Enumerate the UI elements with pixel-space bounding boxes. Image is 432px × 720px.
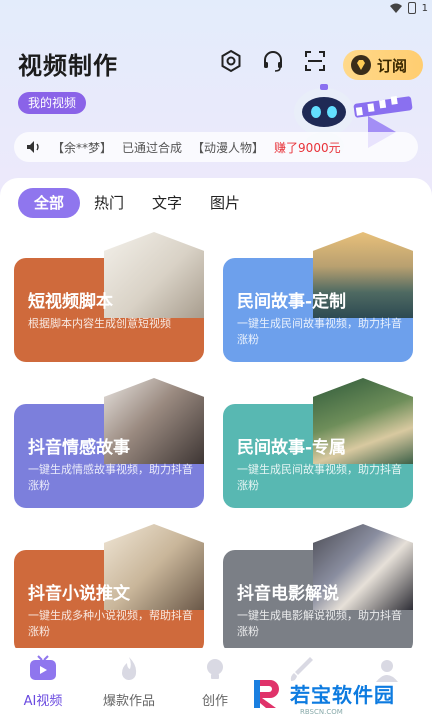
card-title: 抖音电影解说 [237,584,339,604]
card-desc: 一键生成多种小说视频，帮助抖音涨粉 [28,609,193,638]
card-short-video-script[interactable]: 短视频脚本 根据脚本内容生成创意短视频 [14,232,204,362]
card-desc: 一键生成电影解说视频，助力抖音涨粉 [237,609,402,638]
card-title: 短视频脚本 [28,292,113,312]
watermark: 若宝软件园 [250,676,395,710]
diamond-icon [351,55,371,75]
card-douyin-novel-post[interactable]: 抖音小说推文 一键生成多种小说视频，帮助抖音涨粉 [14,524,204,654]
nav-label: 爆款作品 [102,694,155,709]
status-time: 1 [421,2,428,14]
card-desc: 一键生成情感故事视频，助力抖音涨粉 [28,463,193,492]
card-douyin-movie-commentary[interactable]: 抖音电影解说 一键生成电影解说视频，助力抖音涨粉 [223,524,413,654]
ticker-project: 【动漫人物】 [192,140,265,155]
card-title: 抖音情感故事 [28,438,130,458]
card-desc: 一键生成民间故事视频，助力抖音涨粉 [237,317,402,346]
tab-all[interactable]: 全部 [18,188,81,218]
nav-label: AI视频 [23,694,63,709]
my-video-button[interactable]: 我的视频 [18,92,87,114]
status-bar: 1 [389,0,432,16]
wifi-icon [389,3,402,13]
battery-icon [407,2,416,14]
settings-icon[interactable] [218,48,244,74]
ticker-user: 【余**梦】 [52,140,113,155]
watermark-sub: RBSCN.COM [300,708,343,716]
card-folk-story-exclusive[interactable]: 民间故事-专属 一键生成民间故事视频，助力抖音涨粉 [223,378,413,508]
nav-create[interactable]: 创作 [172,648,258,720]
page-title: 视频制作 [18,52,118,80]
card-image [104,232,204,318]
card-folk-story-custom[interactable]: 民间故事-定制 一键生成民间故事视频，助力抖音涨粉 [223,232,413,362]
nav-hot-works[interactable]: 爆款作品 [86,648,172,720]
card-title: 民间故事-定制 [237,292,347,312]
tab-text[interactable]: 文字 [138,188,196,218]
tab-image[interactable]: 图片 [196,188,254,218]
subscribe-button[interactable]: 订阅 [343,50,423,80]
announcement-ticker: 【余**梦】 已通过合成 【动漫人物】 赚了9000元 [14,132,418,162]
watermark-logo-icon [254,680,279,708]
ticker-action: 已通过合成 [122,140,183,155]
tab-hot[interactable]: 热门 [80,188,138,218]
subscribe-label: 订阅 [377,56,408,75]
card-douyin-emotion-story[interactable]: 抖音情感故事 一键生成情感故事视频，助力抖音涨粉 [14,378,204,508]
flame-icon [122,657,137,680]
tv-icon [30,655,56,680]
scan-icon[interactable] [302,48,328,74]
headset-icon[interactable] [260,48,286,74]
card-title: 民间故事-专属 [237,438,347,458]
watermark-text: 若宝软件园 [290,682,395,707]
speaker-icon [27,141,39,153]
ticker-earning: 赚了9000元 [274,140,341,155]
nav-label: 创作 [201,694,228,709]
category-tabs: 全部 热门 文字 图片 [18,188,254,218]
bulb-icon [207,659,223,679]
card-title: 抖音小说推文 [28,584,130,604]
card-desc: 一键生成民间故事视频，助力抖音涨粉 [237,463,402,492]
nav-ai-video[interactable]: AI视频 [0,648,86,720]
header-actions [218,48,328,74]
card-desc: 根据脚本内容生成创意短视频 [28,317,171,330]
